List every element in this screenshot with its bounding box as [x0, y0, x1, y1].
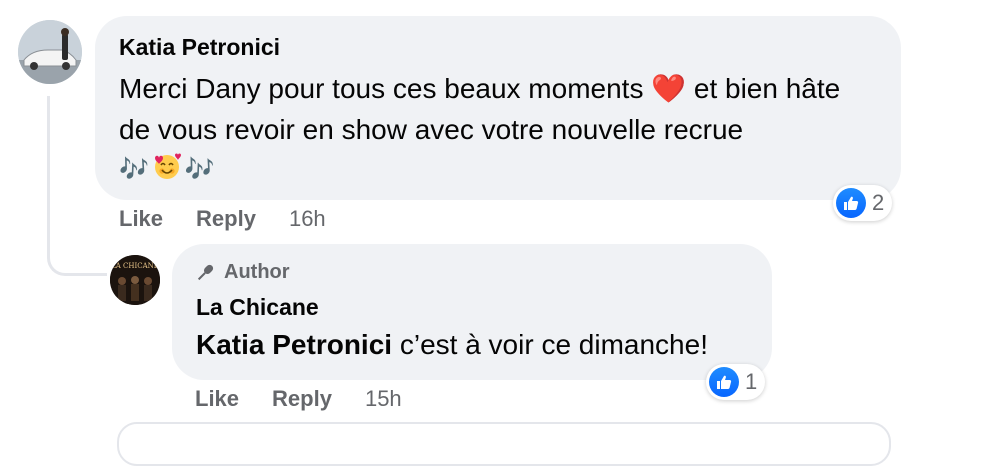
mention-link[interactable]: Katia Petronici — [196, 329, 392, 360]
comment-text: Merci Dany pour tous ces beaux moments ❤… — [119, 68, 879, 150]
comment-bubble: Katia Petronici Merci Dany pour tous ces… — [95, 16, 901, 200]
comment-author-name[interactable]: Katia Petronici — [119, 34, 280, 61]
reply-button[interactable]: Reply — [196, 206, 256, 232]
comment-actions: Like Reply 16h — [119, 206, 326, 232]
author-badge-label: Author — [224, 261, 290, 283]
avatar-logo-text: LA CHICANE — [111, 262, 159, 270]
band-photo-icon: LA CHICANE — [110, 255, 160, 305]
timestamp[interactable]: 15h — [365, 386, 402, 412]
like-button[interactable]: Like — [195, 386, 239, 412]
reaction-count: 1 — [745, 369, 758, 394]
reply-body-text: c’est à voir ce dimanche! — [392, 329, 708, 360]
smiling-face-with-hearts-icon — [154, 153, 181, 179]
profile-photo-icon — [18, 20, 82, 84]
author-badge: Author — [194, 261, 290, 284]
comment-body-text: Merci Dany pour tous ces beaux moments ❤… — [119, 73, 841, 145]
like-thumb-icon — [836, 188, 866, 218]
reply-text: Katia Petronici c’est à voir ce dimanche… — [196, 324, 708, 365]
reaction-count: 2 — [872, 190, 885, 215]
avatar[interactable] — [18, 20, 82, 84]
reaction-count-badge[interactable]: 1 — [706, 364, 766, 400]
reply-input-box[interactable] — [117, 422, 891, 466]
avatar[interactable]: LA CHICANE — [110, 255, 160, 305]
music-notes-emoji: 🎶 — [119, 154, 149, 183]
reply-actions: Like Reply 15h — [195, 386, 402, 412]
reply-author-name[interactable]: La Chicane — [196, 294, 319, 321]
smiling-face-hearts-emoji — [151, 150, 183, 187]
microphone-icon — [197, 264, 214, 280]
timestamp[interactable]: 16h — [289, 206, 326, 232]
like-thumb-icon — [709, 367, 739, 397]
reply-bubble: Author La Chicane Katia Petronici c’est … — [172, 244, 772, 380]
reaction-count-badge[interactable]: 2 — [833, 185, 893, 221]
like-button[interactable]: Like — [119, 206, 163, 232]
reply-button[interactable]: Reply — [272, 386, 332, 412]
music-notes-emoji: 🎶 — [184, 154, 215, 183]
emoji-line: 🎶 🎶 — [119, 150, 215, 187]
